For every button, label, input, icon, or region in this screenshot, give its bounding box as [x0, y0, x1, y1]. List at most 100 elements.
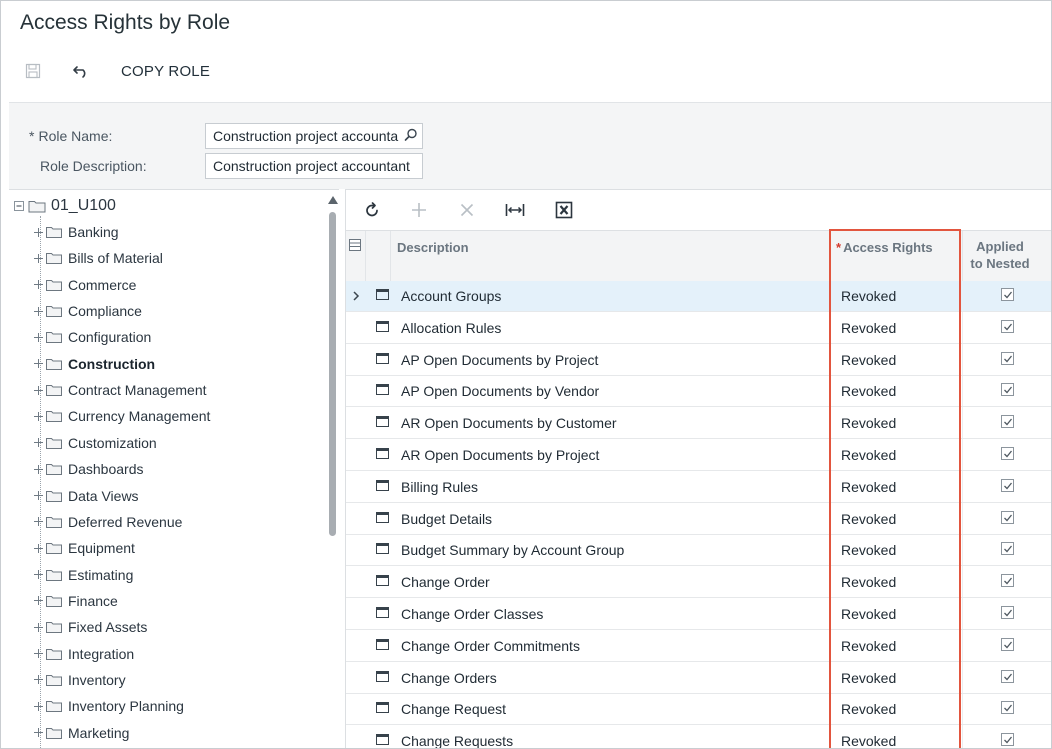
row-access-rights[interactable]: Revoked [841, 447, 896, 463]
expand-icon[interactable] [34, 464, 43, 474]
expand-icon[interactable] [34, 728, 43, 738]
tree-item[interactable]: Configuration [34, 326, 151, 348]
fit-columns-icon[interactable] [503, 198, 527, 222]
row-access-rights[interactable]: Revoked [841, 288, 896, 304]
tree-item[interactable]: Marketing [34, 722, 129, 744]
applied-to-nested-checkbox[interactable] [1001, 351, 1014, 365]
table-row[interactable]: Allocation Rules Revoked [346, 313, 1051, 344]
table-row[interactable]: Account Groups Revoked [346, 281, 1051, 312]
table-row[interactable]: Change Order Revoked [346, 567, 1051, 599]
tree-scrollbar[interactable] [328, 190, 338, 748]
row-access-rights[interactable]: Revoked [841, 352, 896, 368]
applied-to-nested-checkbox[interactable] [1001, 542, 1014, 556]
row-access-rights[interactable]: Revoked [841, 479, 896, 495]
table-row[interactable]: Budget Summary by Account Group Revoked [346, 535, 1051, 567]
copy-role-button[interactable]: COPY ROLE [121, 63, 210, 80]
expand-icon[interactable] [34, 227, 43, 237]
table-row[interactable]: AR Open Documents by Customer Revoked [346, 408, 1051, 440]
tree-item[interactable]: Integration [34, 643, 134, 665]
applied-to-nested-checkbox[interactable] [1001, 637, 1014, 651]
expand-icon[interactable] [34, 253, 43, 263]
expand-icon[interactable] [34, 491, 43, 500]
expand-icon[interactable] [34, 570, 43, 580]
row-access-rights[interactable]: Revoked [841, 638, 896, 654]
role-description-field[interactable]: Construction project accountant [205, 153, 423, 179]
expand-icon[interactable] [34, 596, 43, 606]
expand-icon[interactable] [34, 649, 43, 659]
tree-root[interactable]: 01_U100 [14, 196, 116, 216]
search-icon[interactable] [404, 128, 418, 145]
role-name-field[interactable]: Construction project accounta [205, 123, 423, 149]
applied-to-nested-checkbox[interactable] [1001, 701, 1014, 715]
tree-item[interactable]: Contract Management [34, 379, 207, 401]
expand-icon[interactable] [34, 306, 43, 316]
tree-item[interactable]: Finance [34, 590, 118, 612]
tree-item[interactable]: Currency Management [34, 405, 210, 427]
expand-icon[interactable] [34, 280, 43, 290]
row-access-rights[interactable]: Revoked [841, 606, 896, 622]
row-access-rights[interactable]: Revoked [841, 415, 896, 431]
table-row[interactable]: Change Request Revoked [346, 694, 1051, 726]
column-header-access-rights[interactable]: * Access Rights [836, 240, 933, 255]
add-icon[interactable] [407, 198, 431, 222]
applied-to-nested-checkbox[interactable] [1001, 574, 1014, 588]
table-row[interactable]: Budget Details Revoked [346, 504, 1051, 535]
row-access-rights[interactable]: Revoked [841, 701, 896, 717]
expand-icon[interactable] [34, 701, 43, 711]
table-row[interactable]: AR Open Documents by Project Revoked [346, 440, 1051, 471]
row-access-rights[interactable]: Revoked [841, 511, 896, 527]
expand-icon[interactable] [34, 332, 43, 342]
delete-icon[interactable] [455, 198, 479, 222]
applied-to-nested-checkbox[interactable] [1001, 733, 1014, 747]
table-row[interactable]: AP Open Documents by Vendor Revoked [346, 376, 1051, 408]
tree-item[interactable]: Customization [34, 432, 157, 454]
tree-item[interactable]: Deferred Revenue [34, 511, 182, 533]
tree-item[interactable]: Fixed Assets [34, 616, 147, 638]
export-excel-icon[interactable] [552, 198, 576, 222]
table-row[interactable]: Change Requests Revoked [346, 726, 1051, 748]
table-row[interactable]: Change Order Commitments Revoked [346, 631, 1051, 662]
column-header-description[interactable]: Description [397, 240, 469, 255]
table-row[interactable]: Billing Rules Revoked [346, 472, 1051, 503]
tree-item[interactable]: Equipment [34, 537, 135, 559]
applied-to-nested-checkbox[interactable] [1001, 606, 1014, 619]
tree-item[interactable]: Banking [34, 221, 119, 243]
table-row[interactable]: AP Open Documents by Project Revoked [346, 345, 1051, 376]
refresh-icon[interactable] [360, 198, 384, 222]
undo-icon[interactable] [69, 59, 93, 83]
applied-to-nested-checkbox[interactable] [1001, 383, 1014, 397]
expand-icon[interactable] [34, 411, 43, 421]
expand-icon[interactable] [34, 359, 43, 369]
scroll-thumb[interactable] [329, 212, 336, 536]
table-row[interactable]: Change Order Classes Revoked [346, 599, 1051, 630]
tree-item[interactable]: Commerce [34, 274, 136, 296]
save-icon[interactable] [21, 59, 45, 83]
row-access-rights[interactable]: Revoked [841, 383, 896, 399]
tree-item[interactable]: Compliance [34, 300, 142, 322]
applied-to-nested-checkbox[interactable] [1001, 478, 1014, 492]
column-settings-icon[interactable] [349, 238, 361, 256]
expand-icon[interactable] [34, 543, 43, 553]
scroll-up-arrow-icon[interactable] [328, 196, 338, 204]
tree-item[interactable]: Data Views [34, 485, 139, 507]
row-access-rights[interactable]: Revoked [841, 733, 896, 748]
tree-item[interactable]: Inventory Planning [34, 695, 184, 717]
tree-item[interactable]: Dashboards [34, 458, 144, 480]
applied-to-nested-checkbox[interactable] [1001, 669, 1014, 683]
applied-to-nested-checkbox[interactable] [1001, 319, 1014, 333]
expand-icon[interactable] [34, 675, 43, 685]
row-access-rights[interactable]: Revoked [841, 574, 896, 590]
expand-icon[interactable] [34, 385, 43, 395]
column-header-applied-to-nested[interactable]: Applied to Nested [968, 238, 1032, 272]
expand-icon[interactable] [34, 622, 43, 632]
applied-to-nested-checkbox[interactable] [1001, 415, 1014, 429]
table-row[interactable]: Change Orders Revoked [346, 663, 1051, 694]
tree-item[interactable]: Construction [34, 353, 155, 375]
tree-item[interactable]: Estimating [34, 564, 133, 586]
expand-icon[interactable] [34, 517, 43, 527]
tree-item[interactable]: Inventory [34, 669, 126, 691]
applied-to-nested-checkbox[interactable] [1001, 447, 1014, 460]
tree-item[interactable]: Bills of Material [34, 247, 163, 269]
applied-to-nested-checkbox[interactable] [1001, 510, 1014, 524]
row-access-rights[interactable]: Revoked [841, 542, 896, 558]
